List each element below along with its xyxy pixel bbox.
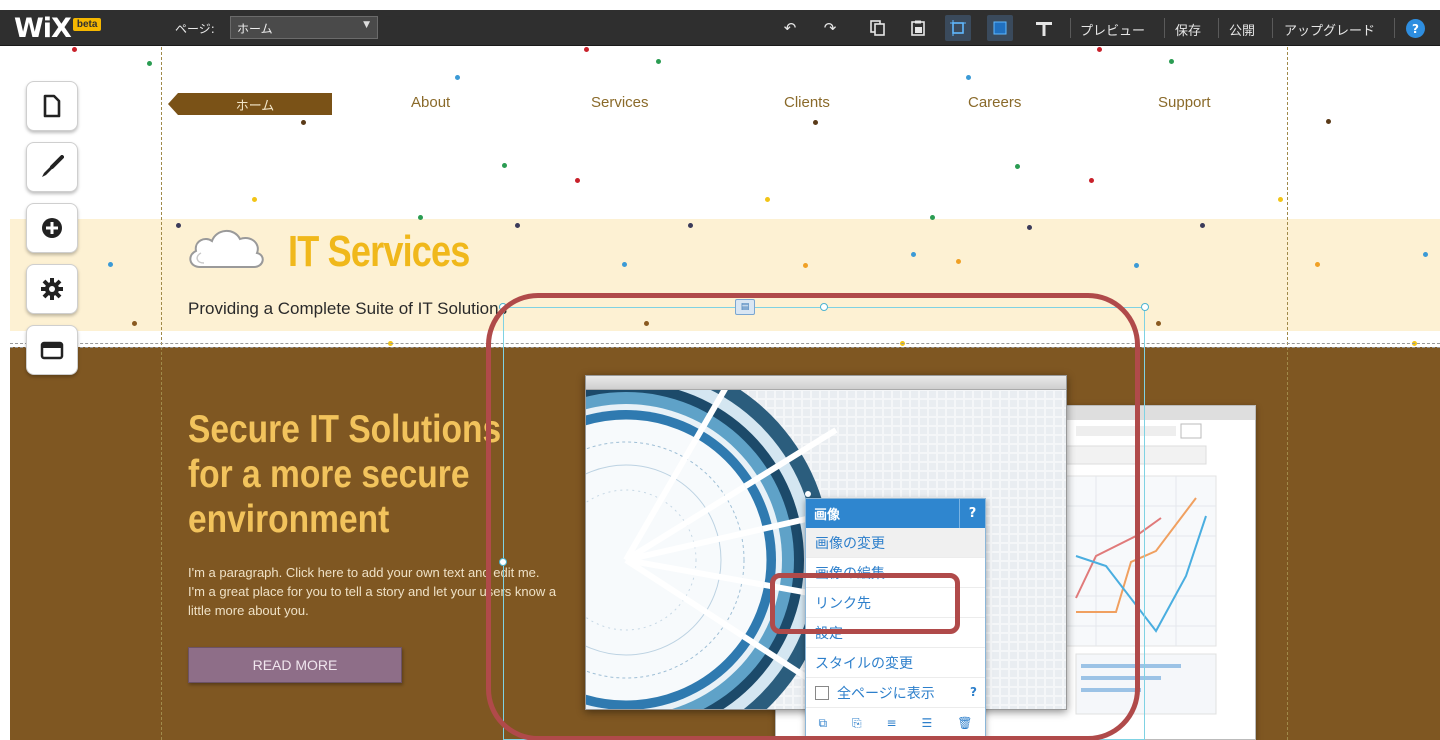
store-icon [40,341,64,360]
cloud-icon [186,219,268,275]
pages-button[interactable] [26,81,78,131]
editor-toolbar: WiX beta ページ: ホーム ▼ ↶ ↷ プレビュー 保存 公開 アップグ… [0,10,1440,46]
nav-item-support[interactable]: Support [1158,94,1211,111]
save-button[interactable]: 保存 [1175,20,1201,39]
nav-item-home[interactable]: ホーム [168,93,332,115]
nav-item-about[interactable]: About [411,94,450,111]
site-tagline[interactable]: Providing a Complete Suite of IT Solutio… [188,299,507,319]
annotation-highlight-large [486,293,1140,740]
add-icon [42,218,62,238]
ruler-icon[interactable] [1031,15,1057,41]
page-label: ページ: [175,22,215,36]
add-button[interactable] [26,203,78,253]
nav-item-clients[interactable]: Clients [784,94,830,111]
help-icon[interactable]: ? [1406,19,1425,38]
snap-icon[interactable] [987,15,1013,41]
page-select-value: ホーム [237,22,273,36]
design-button[interactable] [26,142,78,192]
site-title[interactable]: IT Services [288,227,470,277]
right-guide [1287,47,1288,740]
annotation-highlight-link [770,573,960,634]
wix-logo[interactable]: WiX beta [14,12,102,44]
left-guide [161,47,162,740]
page-icon [43,94,61,118]
nav-item-careers[interactable]: Careers [968,94,1021,111]
page-select[interactable]: ホーム ▼ [230,16,378,39]
hero-title-line: environment [188,498,390,541]
chevron-down-icon: ▼ [363,20,370,30]
preview-button[interactable]: プレビュー [1080,20,1145,39]
read-more-button[interactable]: READ MORE [188,647,402,683]
hero-title-line: for a more secure [188,453,470,496]
nav-item-services[interactable]: Services [591,94,649,111]
hero-title[interactable]: Secure IT Solutions for a more secure en… [188,407,501,542]
paste-icon[interactable] [905,15,931,41]
logo-text: WiX [14,12,72,44]
editor-canvas: ホーム About Services Clients Careers Suppo… [10,47,1440,740]
grid-icon[interactable] [945,15,971,41]
gear-icon [41,278,63,300]
redo-icon[interactable]: ↷ [817,15,843,41]
hero-title-line: Secure IT Solutions [188,408,502,451]
undo-icon[interactable]: ↶ [777,15,803,41]
upgrade-button[interactable]: アップグレード [1284,20,1375,39]
paint-brush-icon [42,155,64,177]
publish-button[interactable]: 公開 [1229,20,1255,39]
settings-button[interactable] [26,264,78,314]
resize-handle[interactable] [1141,303,1149,311]
beta-badge: beta [72,17,102,31]
app-market-button[interactable] [26,325,78,375]
copy-icon[interactable] [865,15,891,41]
